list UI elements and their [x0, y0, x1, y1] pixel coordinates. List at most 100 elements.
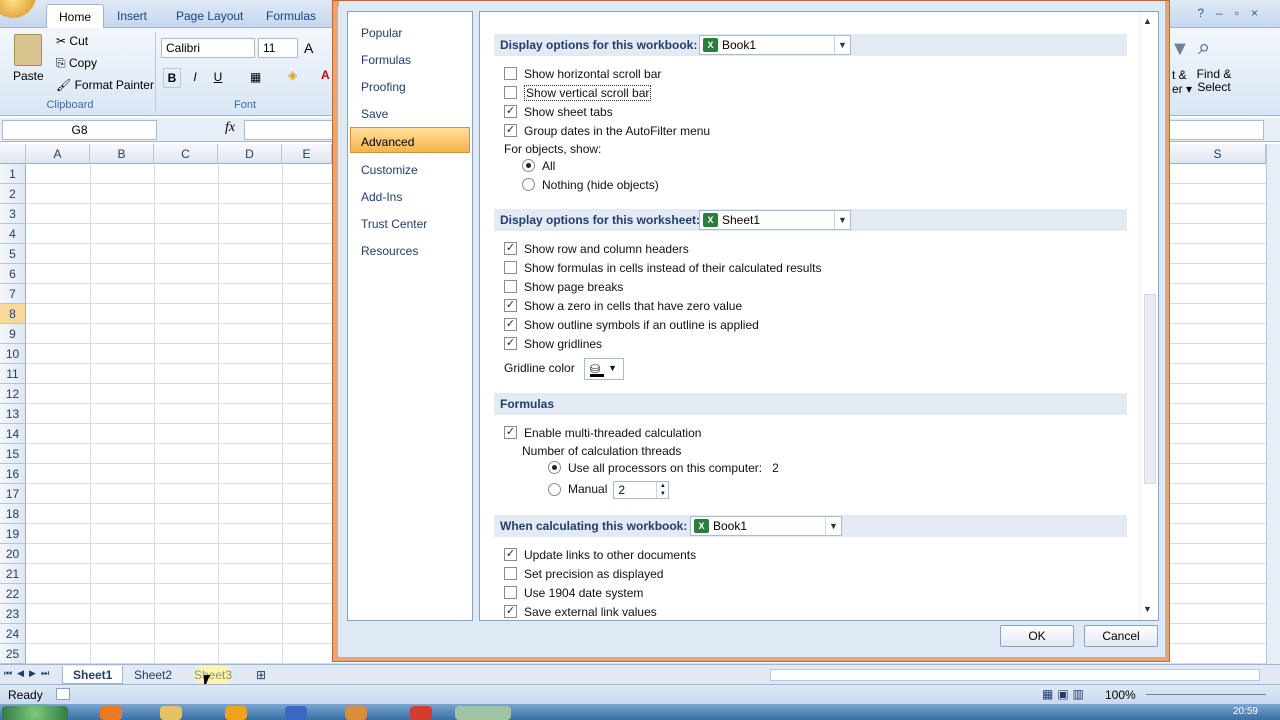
radio[interactable]: [548, 482, 561, 496]
nav-customize[interactable]: Customize: [348, 156, 472, 182]
row-header[interactable]: 8: [0, 304, 26, 324]
checkbox[interactable]: ✓: [504, 318, 517, 332]
workbook-select[interactable]: X Book1 ▼: [699, 35, 851, 55]
column-header[interactable]: C: [154, 144, 218, 164]
row-header[interactable]: 16: [0, 464, 26, 484]
vertical-scrollbar[interactable]: [1266, 144, 1280, 664]
app-icon[interactable]: [225, 706, 247, 720]
ok-button[interactable]: OK: [1000, 625, 1074, 647]
option-row-col-headers[interactable]: ✓ Show row and column headers: [504, 242, 689, 260]
row-header[interactable]: 20: [0, 544, 26, 564]
radio[interactable]: [548, 461, 561, 475]
view-buttons[interactable]: ▦▣▥: [1042, 687, 1088, 701]
radio[interactable]: [522, 178, 535, 192]
zoom-level[interactable]: 100%: [1105, 688, 1136, 702]
sheet-tab-sheet2[interactable]: Sheet2: [124, 666, 182, 684]
app-icon[interactable]: [345, 706, 367, 720]
row-header[interactable]: 2: [0, 184, 26, 204]
options-scrollbar[interactable]: ▲ ▼: [1140, 12, 1158, 620]
row-header[interactable]: 14: [0, 424, 26, 444]
checkbox[interactable]: ✓: [504, 605, 517, 619]
copy-button[interactable]: ⎘ Copy: [56, 56, 97, 71]
checkbox[interactable]: ✓: [504, 124, 517, 138]
nav-resources[interactable]: Resources: [348, 237, 472, 263]
option-page-breaks[interactable]: Show page breaks: [504, 280, 623, 298]
row-header[interactable]: 22: [0, 584, 26, 604]
option-vertical-scroll[interactable]: Show vertical scroll bar: [504, 85, 652, 104]
checkbox[interactable]: [504, 261, 517, 275]
chrome-icon[interactable]: [410, 706, 432, 720]
option-outline-symbols[interactable]: ✓ Show outline symbols if an outline is a…: [504, 318, 759, 336]
option-set-precision[interactable]: Set precision as displayed: [504, 567, 663, 585]
row-header[interactable]: 1: [0, 164, 26, 184]
objects-nothing-radio[interactable]: Nothing (hide objects): [522, 178, 659, 196]
font-name-combo[interactable]: Calibri: [161, 38, 255, 58]
scroll-thumb[interactable]: [1144, 294, 1156, 484]
font-size-combo[interactable]: 11: [258, 38, 298, 58]
borders-icon[interactable]: ▦: [250, 70, 261, 84]
paste-icon[interactable]: [14, 34, 42, 66]
browser-icon[interactable]: [285, 706, 307, 720]
checkbox[interactable]: ✓: [504, 105, 517, 119]
column-header[interactable]: A: [26, 144, 90, 164]
firefox-icon[interactable]: [100, 706, 122, 720]
nav-proofing[interactable]: Proofing: [348, 73, 472, 99]
font-color-icon[interactable]: A: [321, 68, 330, 82]
row-header[interactable]: 7: [0, 284, 26, 304]
zoom-slider[interactable]: [1146, 694, 1266, 695]
macro-record-icon[interactable]: [56, 688, 70, 700]
option-multithreaded[interactable]: ✓ Enable multi-threaded calculation: [504, 426, 701, 444]
name-box[interactable]: G8: [2, 120, 157, 140]
row-header[interactable]: 9: [0, 324, 26, 344]
binoculars-icon[interactable]: ⌕: [1198, 34, 1210, 60]
column-header[interactable]: D: [218, 144, 282, 164]
row-header[interactable]: 5: [0, 244, 26, 264]
option-horizontal-scroll[interactable]: Show horizontal scroll bar: [504, 67, 661, 85]
start-button[interactable]: [2, 706, 68, 720]
checkbox[interactable]: ✓: [504, 426, 517, 440]
checkbox[interactable]: [504, 86, 517, 100]
row-header[interactable]: 18: [0, 504, 26, 524]
nav-popular[interactable]: Popular: [348, 19, 472, 45]
horizontal-scrollbar[interactable]: [770, 669, 1260, 681]
checkbox[interactable]: [504, 67, 517, 81]
column-header[interactable]: E: [282, 144, 332, 164]
scroll-down-icon[interactable]: ▼: [1143, 604, 1152, 614]
column-header[interactable]: B: [90, 144, 154, 164]
folder-icon[interactable]: [160, 706, 182, 720]
grow-font-icon[interactable]: A: [304, 40, 313, 56]
help-icon[interactable]: ?: [1197, 6, 1216, 20]
excel-taskbar-icon[interactable]: [455, 706, 511, 720]
row-header[interactable]: 10: [0, 344, 26, 364]
row-header[interactable]: 23: [0, 604, 26, 624]
nav-advanced[interactable]: Advanced: [350, 127, 470, 153]
find-select-button[interactable]: Find & Select: [1194, 68, 1234, 94]
paste-button[interactable]: Paste: [13, 69, 44, 83]
column-header[interactable]: S: [1170, 144, 1266, 164]
close-icon[interactable]: ×: [1251, 6, 1270, 20]
row-header[interactable]: 4: [0, 224, 26, 244]
nav-trust-center[interactable]: Trust Center: [348, 210, 472, 236]
row-header[interactable]: 24: [0, 624, 26, 644]
row-header[interactable]: 21: [0, 564, 26, 584]
option-update-links[interactable]: ✓ Update links to other documents: [504, 548, 696, 566]
nav-save[interactable]: Save: [348, 100, 472, 126]
sheet-tab-sheet3[interactable]: Sheet3: [184, 666, 243, 684]
sort-filter-label[interactable]: t & er ▾: [1172, 68, 1192, 96]
sheet-tab-sheet1[interactable]: Sheet1: [62, 666, 124, 684]
spin-arrows-icon[interactable]: ▲ ▼: [656, 482, 668, 498]
office-button[interactable]: [0, 0, 36, 18]
minimize-icon[interactable]: –: [1216, 6, 1235, 20]
option-show-zero[interactable]: ✓ Show a zero in cells that have zero val…: [504, 299, 742, 317]
checkbox[interactable]: [504, 280, 517, 294]
underline-button[interactable]: U: [209, 68, 227, 88]
row-header[interactable]: 19: [0, 524, 26, 544]
checkbox[interactable]: ✓: [504, 299, 517, 313]
row-header[interactable]: 13: [0, 404, 26, 424]
fill-color-icon[interactable]: ◈: [288, 68, 297, 82]
insert-function-icon[interactable]: fx: [225, 120, 235, 136]
tab-formulas[interactable]: Formulas: [254, 4, 328, 28]
worksheet-select[interactable]: X Sheet1 ▼: [699, 210, 851, 230]
checkbox[interactable]: [504, 567, 517, 581]
checkbox[interactable]: ✓: [504, 242, 517, 256]
